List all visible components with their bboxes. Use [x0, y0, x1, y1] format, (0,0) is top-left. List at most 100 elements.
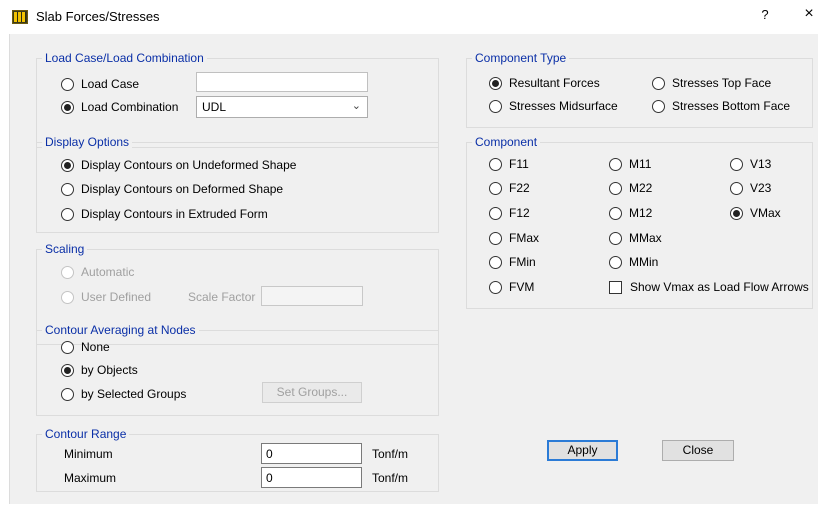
component-mmin-indicator[interactable] — [609, 255, 622, 269]
component-f12-radio[interactable]: F12 — [489, 205, 530, 221]
scaling-user-defined-radio-indicator[interactable] — [61, 290, 74, 304]
component-fmax-label: FMax — [509, 231, 539, 245]
component-v13-indicator[interactable] — [730, 157, 743, 171]
help-button[interactable]: ? — [758, 7, 772, 25]
component-v23-label: V23 — [750, 181, 772, 195]
component-f12-indicator[interactable] — [489, 206, 502, 220]
component-m11-indicator[interactable] — [609, 157, 622, 171]
stresses-mid-label: Stresses Midsurface — [509, 99, 618, 113]
component-fvm-radio[interactable]: FVM — [489, 279, 534, 295]
scaling-automatic-radio-indicator[interactable] — [61, 265, 74, 279]
maximum-input[interactable]: 0 — [261, 467, 362, 488]
load-combination-label: Load Combination — [81, 100, 179, 114]
averaging-none-radio[interactable]: None — [61, 339, 110, 355]
display-extruded-radio[interactable]: Display Contours in Extruded Form — [61, 206, 268, 222]
component-v13-radio[interactable]: V13 — [730, 156, 771, 172]
averaging-by-objects-radio[interactable]: by Objects — [61, 362, 138, 378]
component-mmin-label: MMin — [629, 255, 659, 269]
component-v23-indicator[interactable] — [730, 181, 743, 195]
component-f11-indicator[interactable] — [489, 157, 502, 171]
scale-factor-label: Scale Factor — [188, 290, 256, 304]
minimum-unit: Tonf/m — [372, 447, 409, 461]
component-fmin-indicator[interactable] — [489, 255, 502, 269]
component-mmax-indicator[interactable] — [609, 231, 622, 245]
stresses-top-radio-indicator[interactable] — [652, 76, 665, 90]
component-fmin-radio[interactable]: FMin — [489, 254, 536, 270]
component-f22-label: F22 — [509, 181, 530, 195]
stresses-mid-radio[interactable]: Stresses Midsurface — [489, 98, 618, 114]
close-window-button[interactable]: × — [800, 5, 818, 25]
maximum-unit: Tonf/m — [372, 471, 409, 485]
load-combination-radio[interactable]: Load Combination — [61, 99, 178, 115]
close-button[interactable]: Close — [662, 440, 734, 461]
title-bar: Slab Forces/Stresses ? × — [0, 0, 824, 34]
load-case-group-title: Load Case/Load Combination — [42, 51, 207, 65]
resultant-forces-radio-indicator[interactable] — [489, 76, 502, 90]
component-vmax-label: VMax — [750, 206, 781, 220]
minimum-input[interactable]: 0 — [261, 443, 362, 464]
averaging-by-groups-radio-indicator[interactable] — [61, 387, 74, 401]
component-group: Component F11 F22 F12 FMax FMin FVM M11 — [466, 135, 813, 309]
show-vmax-arrows-box[interactable] — [609, 280, 622, 294]
component-fmax-radio[interactable]: FMax — [489, 230, 539, 246]
component-vmax-indicator[interactable] — [730, 206, 743, 220]
component-m11-radio[interactable]: M11 — [609, 156, 651, 172]
component-m12-radio[interactable]: M12 — [609, 205, 652, 221]
display-deformed-radio-indicator[interactable] — [61, 182, 74, 196]
display-undeformed-radio-indicator[interactable] — [61, 158, 74, 172]
set-groups-button[interactable]: Set Groups... — [262, 382, 362, 403]
averaging-by-groups-label: by Selected Groups — [81, 387, 187, 401]
display-deformed-radio[interactable]: Display Contours on Deformed Shape — [61, 181, 283, 197]
component-m11-label: M11 — [629, 157, 652, 171]
component-mmin-radio[interactable]: MMin — [609, 254, 658, 270]
scaling-user-defined-radio[interactable]: User Defined — [61, 289, 151, 305]
component-m12-indicator[interactable] — [609, 206, 622, 220]
component-fvm-indicator[interactable] — [489, 280, 502, 294]
load-case-radio[interactable]: Load Case — [61, 76, 139, 92]
component-m22-indicator[interactable] — [609, 181, 622, 195]
component-f22-radio[interactable]: F22 — [489, 180, 530, 196]
load-combination-select[interactable]: UDL ⌄ — [196, 96, 368, 118]
component-mmax-radio[interactable]: MMax — [609, 230, 662, 246]
scaling-automatic-radio[interactable]: Automatic — [61, 264, 134, 280]
component-fmax-indicator[interactable] — [489, 231, 502, 245]
minimum-label: Minimum — [64, 447, 113, 461]
load-combination-radio-indicator[interactable] — [61, 100, 74, 114]
load-case-label: Load Case — [81, 77, 140, 91]
contour-range-title: Contour Range — [42, 427, 130, 441]
maximum-label: Maximum — [64, 471, 117, 485]
window-title: Slab Forces/Stresses — [36, 9, 160, 24]
stresses-bottom-radio-indicator[interactable] — [652, 99, 665, 113]
load-case-radio-indicator[interactable] — [61, 77, 74, 91]
component-fvm-label: FVM — [509, 280, 535, 294]
stresses-top-radio[interactable]: Stresses Top Face — [652, 75, 771, 91]
component-f22-indicator[interactable] — [489, 181, 502, 195]
stresses-mid-radio-indicator[interactable] — [489, 99, 502, 113]
display-extruded-radio-indicator[interactable] — [61, 207, 74, 221]
component-vmax-radio[interactable]: VMax — [730, 205, 781, 221]
component-f11-radio[interactable]: F11 — [489, 156, 529, 172]
display-undeformed-radio[interactable]: Display Contours on Undeformed Shape — [61, 157, 296, 173]
averaging-none-radio-indicator[interactable] — [61, 340, 74, 354]
contour-averaging-group: Contour Averaging at Nodes None by Objec… — [36, 323, 439, 416]
show-vmax-arrows-checkbox[interactable]: Show Vmax as Load Flow Arrows — [609, 279, 809, 295]
averaging-none-label: None — [81, 340, 110, 354]
scaling-title: Scaling — [42, 242, 88, 256]
chevron-down-icon[interactable]: ⌄ — [352, 99, 361, 112]
averaging-by-groups-radio[interactable]: by Selected Groups — [61, 386, 186, 402]
component-type-group: Component Type Resultant Forces Stresses… — [466, 51, 813, 128]
component-mmax-label: MMax — [629, 231, 662, 245]
load-case-input[interactable] — [196, 72, 368, 92]
apply-button[interactable]: Apply — [547, 440, 618, 461]
averaging-by-objects-radio-indicator[interactable] — [61, 363, 74, 377]
contour-averaging-title: Contour Averaging at Nodes — [42, 323, 199, 337]
resultant-forces-radio[interactable]: Resultant Forces — [489, 75, 600, 91]
contour-range-group: Contour Range Minimum 0 Tonf/m Maximum 0… — [36, 427, 439, 492]
scale-factor-input[interactable] — [261, 286, 363, 306]
stresses-top-label: Stresses Top Face — [672, 76, 772, 90]
scaling-automatic-label: Automatic — [81, 265, 135, 279]
component-m22-radio[interactable]: M22 — [609, 180, 652, 196]
stresses-bottom-label: Stresses Bottom Face — [672, 99, 791, 113]
stresses-bottom-radio[interactable]: Stresses Bottom Face — [652, 98, 790, 114]
component-v23-radio[interactable]: V23 — [730, 180, 771, 196]
